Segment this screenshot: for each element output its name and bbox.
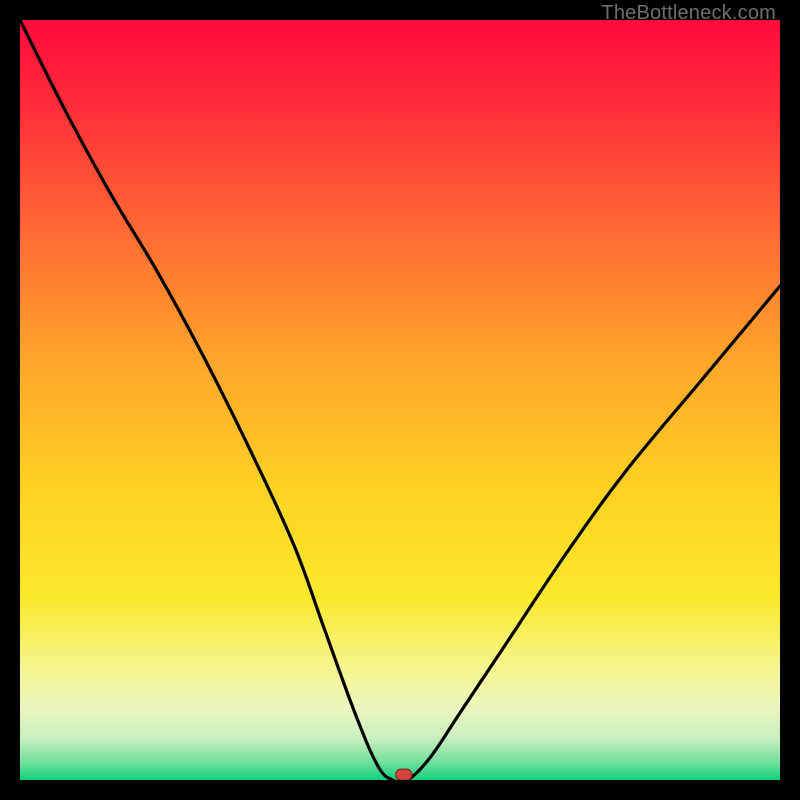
bottleneck-chart <box>20 20 780 780</box>
optimal-point-marker <box>396 769 412 780</box>
watermark-text: TheBottleneck.com <box>601 2 776 25</box>
chart-plot-area <box>20 20 780 780</box>
gradient-background <box>20 20 780 780</box>
